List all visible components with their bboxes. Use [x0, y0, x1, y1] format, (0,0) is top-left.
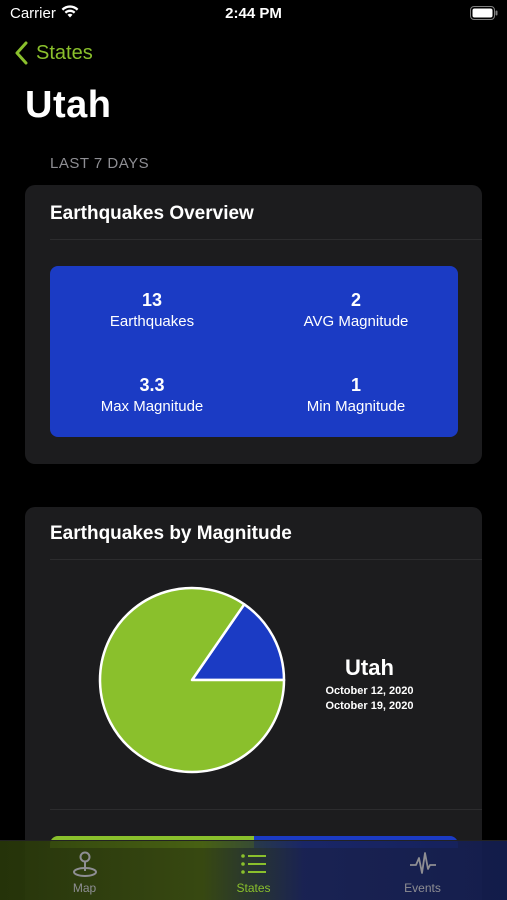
overview-card-title: Earthquakes Overview — [50, 203, 254, 224]
back-button[interactable]: States — [14, 38, 93, 68]
overview-card: Earthquakes Overview 13 Earthquakes 2 AV… — [25, 185, 482, 464]
tab-label: Map — [72, 881, 97, 895]
stat-min-magnitude: 1 Min Magnitude — [254, 375, 458, 415]
stat-value: 3.3 — [139, 375, 165, 395]
status-bar: Carrier 2:44 PM — [0, 0, 507, 28]
waveform-icon — [338, 849, 507, 881]
legend-date-end: October 19, 2020 — [325, 700, 414, 712]
stat-label: AVG Magnitude — [303, 313, 409, 330]
tab-map[interactable]: Map — [0, 849, 169, 895]
divider — [50, 809, 482, 810]
pie-chart-svg — [98, 586, 286, 774]
stat-label: Min Magnitude — [306, 398, 406, 415]
divider — [50, 559, 482, 560]
tab-events[interactable]: Events — [338, 849, 507, 895]
legend-date-start: October 12, 2020 — [325, 685, 414, 697]
stat-label: Earthquakes — [109, 313, 195, 330]
status-time: 2:44 PM — [225, 5, 282, 22]
tab-label: States — [236, 881, 271, 895]
stats-box: 13 Earthquakes 2 AVG Magnitude 3.3 Max M… — [50, 266, 458, 437]
stat-value: 2 — [350, 290, 361, 310]
tab-states[interactable]: States — [169, 849, 338, 895]
section-label: LAST 7 DAYS — [50, 155, 150, 172]
tab-bar: Map States Events — [0, 840, 507, 900]
stat-max-magnitude: 3.3 Max Magnitude — [50, 375, 254, 415]
stat-label: Max Magnitude — [100, 398, 204, 415]
magnitude-card-title: Earthquakes by Magnitude — [50, 523, 292, 544]
back-button-label: States — [36, 41, 93, 64]
stat-avg-magnitude: 2 AVG Magnitude — [254, 290, 458, 330]
divider — [50, 239, 482, 240]
pie-legend: Utah October 12, 2020 October 19, 2020 — [307, 655, 432, 712]
legend-state: Utah — [345, 655, 394, 680]
list-icon — [169, 849, 338, 881]
map-pin-icon — [0, 849, 169, 881]
tab-label: Events — [404, 881, 441, 895]
stat-earthquakes: 13 Earthquakes — [50, 290, 254, 330]
battery-icon — [470, 6, 498, 24]
chevron-left-icon — [15, 41, 28, 65]
pie-chart — [97, 585, 287, 775]
stat-value: 1 — [350, 375, 361, 395]
page-title: Utah — [25, 84, 112, 126]
stat-value: 13 — [141, 290, 163, 310]
